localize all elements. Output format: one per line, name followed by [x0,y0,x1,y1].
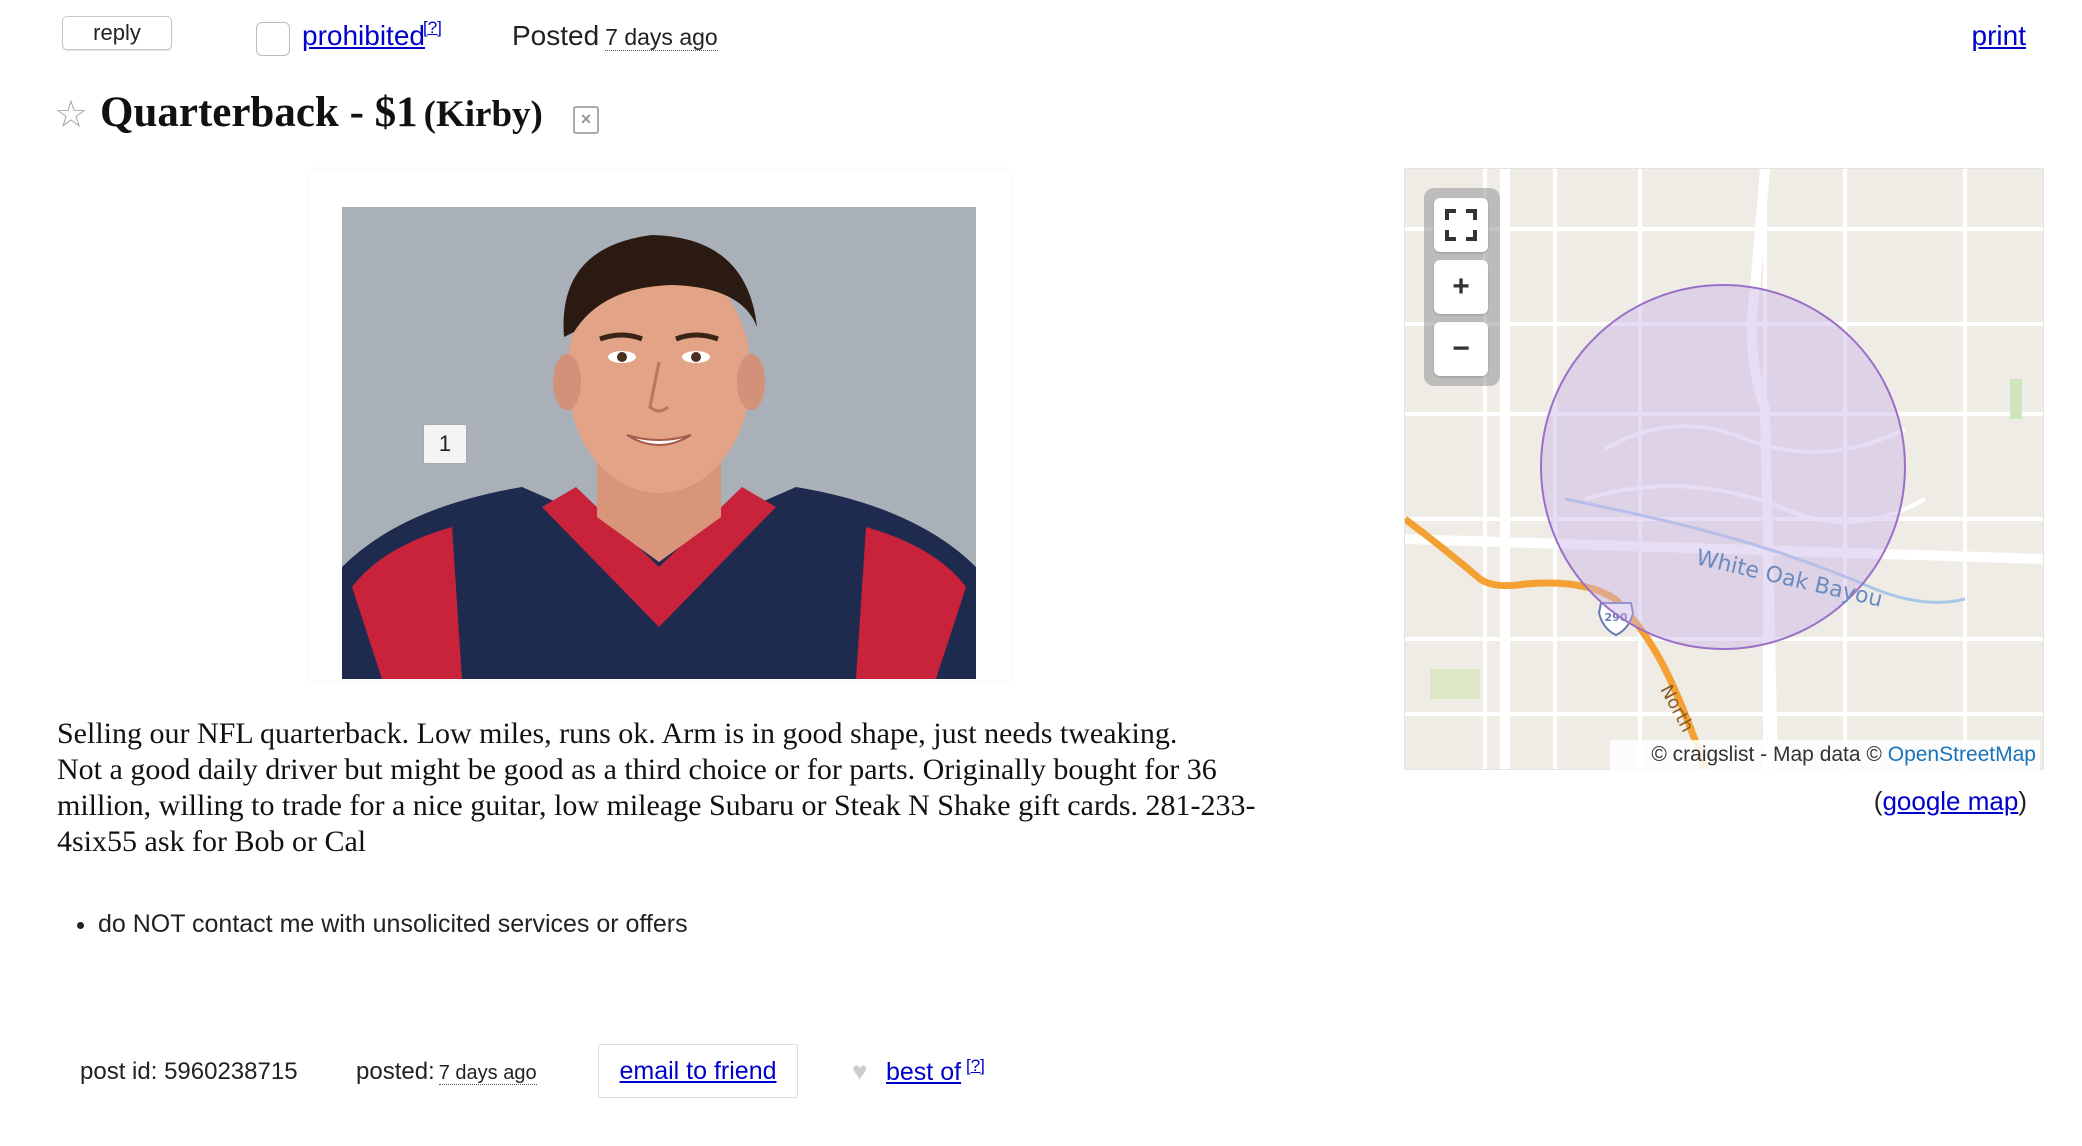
openstreetmap-link[interactable]: OpenStreetMap [1888,743,2036,766]
email-to-friend-link[interactable]: email to friend [619,1057,776,1086]
map-attribution-text: © craigslist - Map data © [1651,743,1882,766]
post-id-label: post id: [80,1058,158,1085]
map-canvas: 290 White Oak Bayou North [1405,169,2043,769]
best-of-link[interactable]: best of [886,1058,961,1087]
body-line: 4six55 ask for Bob or Cal [57,825,367,858]
reply-button[interactable]: reply [62,16,172,50]
body-line: million, willing to trade for a nice gui… [57,789,1256,822]
prohibited-link[interactable]: prohibited [302,20,425,52]
google-map-paren-close: ) [2018,786,2027,816]
posted-date-bottom: posted: 7 days ago [356,1058,537,1086]
notice-item: do NOT contact me with unsolicited servi… [98,910,688,939]
body-line: Not a good daily driver but might be goo… [57,753,1217,786]
best-of-help-link[interactable]: [?] [966,1056,985,1076]
map-controls: + − [1424,188,1500,386]
prohibited-help-link[interactable]: [?] [423,18,442,38]
posted-date-top: Posted 7 days ago [512,20,718,52]
print-link[interactable]: print [1972,20,2026,52]
flag-checkbox[interactable] [256,22,290,56]
zoom-out-icon[interactable]: − [1434,322,1488,376]
star-icon[interactable]: ☆ [54,96,88,134]
zoom-in-icon[interactable]: + [1434,260,1488,314]
posting-title-text: Quarterback - $1 [100,89,418,136]
posting-location: (Kirby) [423,94,543,135]
hide-icon[interactable]: × [573,106,599,134]
posted-label: Posted [512,20,600,51]
google-map-link[interactable]: google map [1882,786,2018,816]
map-attribution: © craigslist - Map data © OpenStreetMap [1610,740,2040,770]
notices-list: do NOT contact me with unsolicited servi… [58,910,688,939]
google-map-wrapper: (google map) [1874,786,2027,817]
post-id-value: 5960238715 [164,1058,298,1085]
image-number-badge[interactable]: 1 [423,424,467,464]
posted-ago: 7 days ago [605,24,718,51]
posting-body: Selling our NFL quarterback. Low miles, … [57,716,1357,860]
post-id: post id: 5960238715 [80,1058,298,1086]
email-to-friend-button[interactable]: email to friend [598,1044,798,1098]
fullscreen-icon[interactable] [1434,198,1488,252]
posting-title: Quarterback - $1 (Kirby) [100,88,543,137]
posted-bottom-ago: 7 days ago [438,1062,537,1085]
heart-icon[interactable]: ♥ [852,1058,867,1084]
map[interactable]: 290 White Oak Bayou North [1404,168,2044,770]
body-line: Selling our NFL quarterback. Low miles, … [57,717,1178,750]
posted-bottom-label: posted: [356,1058,435,1085]
